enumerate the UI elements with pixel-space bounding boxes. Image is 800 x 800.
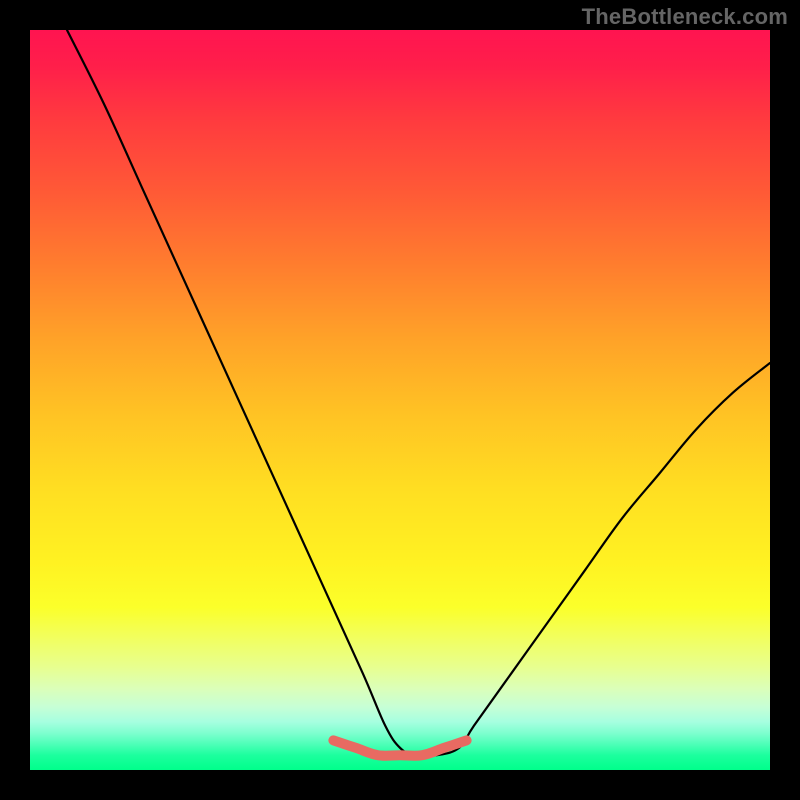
curve-layer — [30, 30, 770, 770]
plot-area — [30, 30, 770, 770]
watermark-label: TheBottleneck.com — [582, 4, 788, 30]
chart-frame: TheBottleneck.com — [0, 0, 800, 800]
main-curve — [67, 30, 770, 756]
